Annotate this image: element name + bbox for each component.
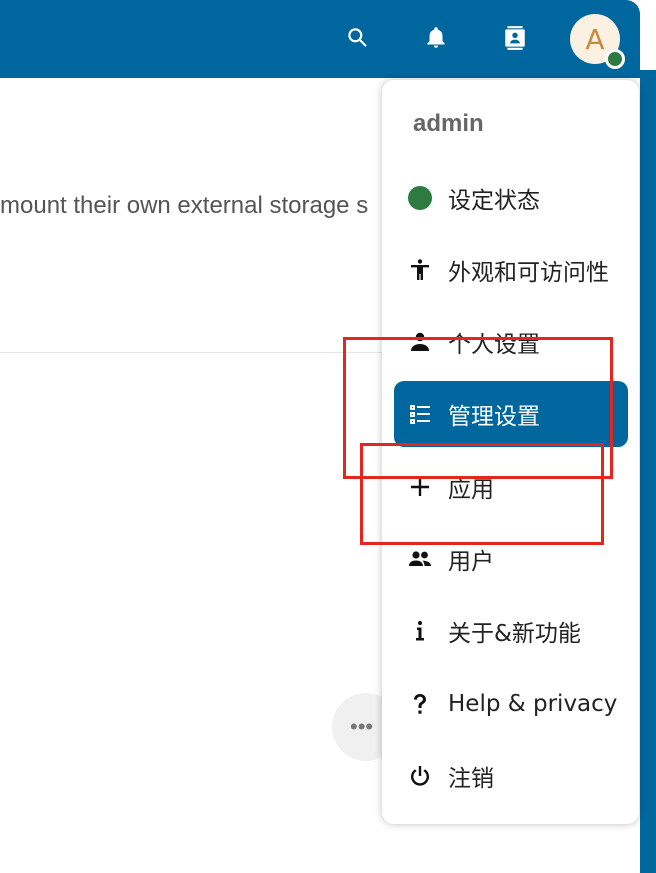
- power-icon: [408, 764, 432, 788]
- avatar-letter: A: [585, 22, 605, 56]
- menu-item-label: 关于&新功能: [448, 621, 581, 647]
- content-description: mount their own external storage s: [0, 192, 369, 219]
- menu-username: admin: [413, 110, 484, 137]
- accessibility-icon: [408, 258, 432, 282]
- search-icon[interactable]: [342, 22, 374, 54]
- contacts-icon[interactable]: [499, 22, 531, 54]
- menu-item-label: Help & privacy: [448, 691, 618, 717]
- menu-item-label: 设定状态: [448, 188, 540, 214]
- menu-item-about[interactable]: 关于&新功能: [394, 598, 628, 664]
- menu-item-set-status[interactable]: 设定状态: [394, 165, 628, 231]
- right-scroll-strip: [640, 70, 656, 873]
- menu-item-label: 外观和可访问性: [448, 260, 609, 286]
- content-divider: [0, 352, 390, 353]
- menu-item-logout[interactable]: 注销: [394, 743, 628, 809]
- more-actions-label: •••: [350, 714, 374, 739]
- help-icon: [408, 692, 432, 716]
- annotation-box-apps: [360, 443, 604, 545]
- menu-item-label: 用户: [448, 549, 494, 575]
- users-icon: [408, 547, 432, 571]
- avatar-status-dot: [605, 49, 625, 69]
- menu-item-help-privacy[interactable]: Help & privacy: [394, 671, 628, 737]
- top-header: A: [0, 0, 640, 78]
- menu-item-appearance[interactable]: 外观和可访问性: [394, 237, 628, 303]
- menu-item-label: 注销: [448, 766, 494, 792]
- status-dot-icon: [408, 186, 432, 210]
- bell-icon[interactable]: [420, 22, 452, 54]
- info-icon: [408, 619, 432, 643]
